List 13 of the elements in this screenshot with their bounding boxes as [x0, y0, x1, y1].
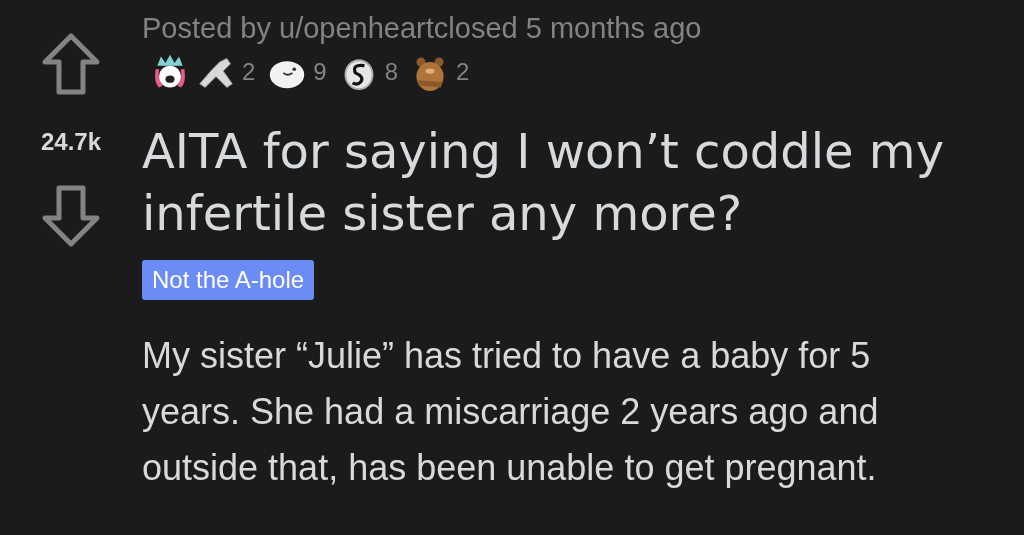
vote-count: 24.7k [40, 128, 102, 156]
award-count: 2 [242, 58, 256, 86]
post-meta: Posted by u/openheartclosed 5 months ago [142, 12, 703, 44]
award-count: 8 [384, 58, 399, 86]
body-text-line: years. She had a miscarriage 2 years ago and [142, 390, 880, 434]
upvote-icon[interactable] [41, 32, 101, 96]
body-text-line: My sister “Julie” has tried to have a baby for 5 [142, 334, 872, 378]
body-text-line: outside that, has been unable to get pregnant. [142, 446, 878, 490]
flair-tag: Not the A-hole [142, 260, 315, 300]
post-title[interactable]: AITA for saying I won’t coddle my infertile sister any more? [142, 120, 1002, 244]
downvote-icon[interactable] [41, 184, 101, 248]
award-count: 9 [313, 58, 327, 86]
award-count: 2 [456, 58, 470, 86]
